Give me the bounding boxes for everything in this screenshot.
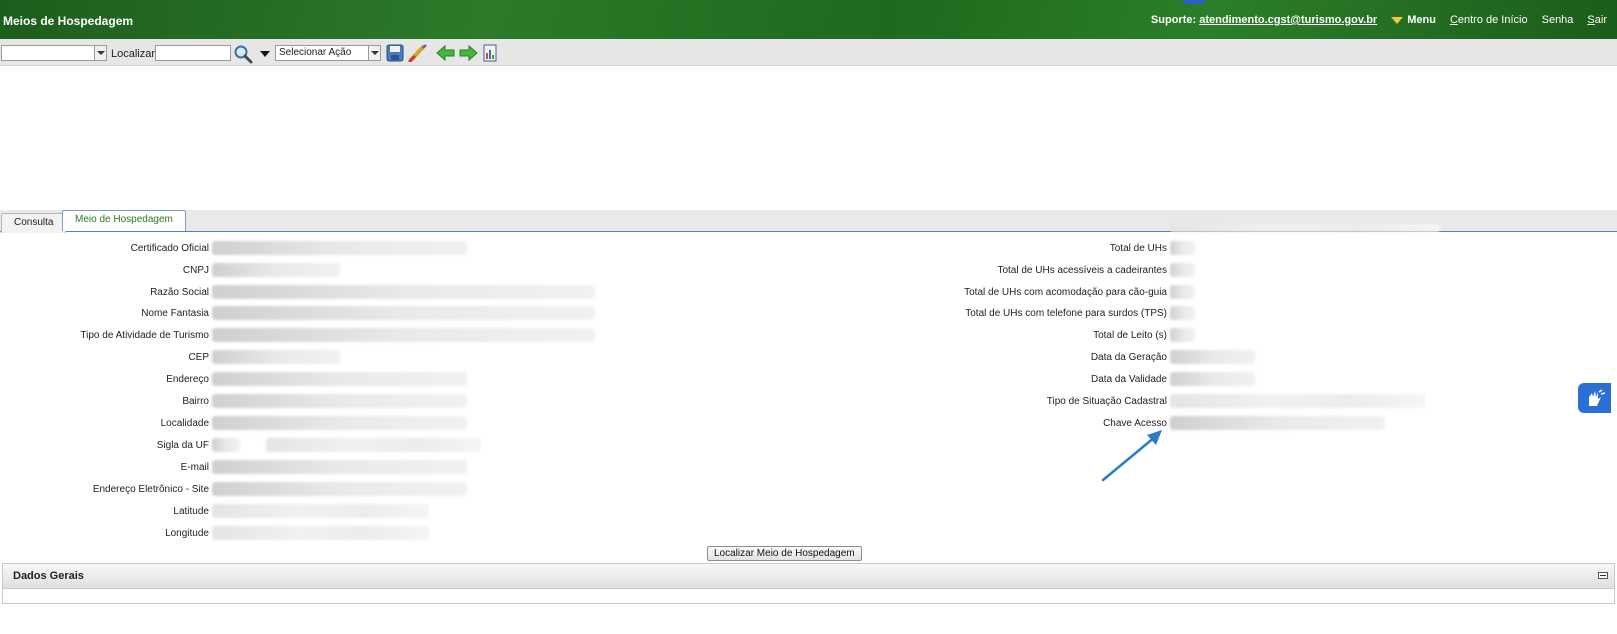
menu-label: Menu [1407, 14, 1436, 26]
dados-gerais-panel: Dados Gerais [2, 563, 1615, 604]
dados-gerais-header[interactable]: Dados Gerais [3, 564, 1614, 589]
value-data-geracao [1170, 350, 1255, 364]
value-top-strip [1170, 224, 1440, 232]
label-nome-fantasia: Nome Fantasia [141, 308, 209, 319]
value-situacao-cadastral [1170, 394, 1425, 408]
chevron-down-icon [368, 46, 380, 60]
exit-accesskey: S [1587, 14, 1595, 26]
header-links: Suporte: atendimento.cgst@turismo.gov.br… [1151, 14, 1607, 26]
top-header-bar: Meios de Hospedagem Suporte: atendimento… [0, 0, 1617, 39]
value-total-leitos [1170, 328, 1195, 342]
label-situacao-cadastral: Tipo de Situação Cadastral [1046, 396, 1167, 407]
save-icon[interactable] [386, 44, 404, 62]
label-email: E-mail [180, 462, 209, 473]
label-cep: CEP [188, 352, 209, 363]
label-sigla-uf: Sigla da UF [156, 440, 209, 451]
label-cnpj: CNPJ [182, 265, 209, 276]
value-certificado-oficial [212, 241, 467, 255]
arrow-right-icon[interactable] [458, 44, 478, 62]
locate-input[interactable] [155, 45, 231, 61]
support-email-link[interactable]: atendimento.cgst@turismo.gov.br [1199, 14, 1377, 26]
value-endereco [212, 372, 467, 386]
exit-label: air [1594, 14, 1607, 26]
page-title: Meios de Hospedagem [3, 14, 134, 28]
accessibility-hands-icon[interactable] [1578, 383, 1611, 413]
value-email [212, 460, 467, 474]
label-longitude: Longitude [165, 528, 209, 539]
value-total-uhs [1170, 241, 1195, 255]
value-cep [212, 350, 340, 364]
value-nome-fantasia [212, 306, 595, 320]
search-icon[interactable] [233, 44, 253, 64]
exit-link[interactable]: Sair [1587, 14, 1607, 26]
filter-select[interactable] [1, 45, 107, 61]
start-center-accesskey: C [1449, 14, 1458, 26]
value-uhs-tps [1170, 306, 1195, 320]
value-uf-name [266, 438, 481, 452]
value-razao-social [212, 285, 595, 299]
value-uhs-cadeirantes [1170, 263, 1195, 277]
options-dropdown-icon[interactable] [260, 51, 270, 57]
label-uhs-tps: Total de UHs com telefone para surdos (T… [965, 308, 1167, 319]
value-cnpj [212, 263, 340, 277]
value-latitude [212, 504, 429, 518]
start-center-label: entro de Início [1457, 14, 1528, 26]
menu-arrow-icon [1391, 16, 1404, 24]
eraser-clean-icon[interactable] [408, 44, 428, 62]
value-site [212, 482, 467, 496]
label-bairro: Bairro [182, 396, 209, 407]
label-total-uhs: Total de UHs [1109, 243, 1167, 254]
value-data-validade [1170, 372, 1255, 386]
label-site: Endereço Eletrônico - Site [92, 484, 209, 495]
tab-consulta[interactable]: Consulta [1, 213, 67, 233]
value-sigla-uf [212, 438, 240, 452]
annotation-arrow-icon [1101, 430, 1162, 482]
locate-lodging-button[interactable]: Localizar Meio de Hospedagem [707, 546, 862, 561]
value-localidade [212, 416, 467, 430]
support-info: Suporte: atendimento.cgst@turismo.gov.br [1151, 14, 1377, 26]
collapse-icon[interactable] [1598, 572, 1608, 579]
support-label: Suporte: [1150, 14, 1197, 26]
menu-button[interactable]: Menu [1391, 14, 1436, 26]
locate-label: Localizar: [111, 48, 159, 60]
password-link[interactable]: Senha [1542, 14, 1574, 26]
arrow-left-icon[interactable] [436, 44, 456, 62]
label-data-geracao: Data da Geração [1090, 352, 1167, 363]
value-tipo-atividade [212, 328, 595, 342]
value-bairro [212, 394, 467, 408]
value-uhs-cao-guia [1170, 285, 1195, 299]
label-certificado-oficial: Certificado Oficial [130, 243, 209, 254]
tab-meio-de-hospedagem[interactable]: Meio de Hospedagem [62, 210, 186, 231]
label-total-leitos: Total de Leito (s) [1093, 330, 1167, 341]
action-select-value: Selecionar Ação [279, 47, 352, 58]
label-localidade: Localidade [160, 418, 209, 429]
dados-gerais-title: Dados Gerais [13, 570, 84, 582]
report-icon[interactable] [483, 44, 497, 62]
label-data-validade: Data da Validade [1091, 374, 1167, 385]
chevron-down-icon [94, 46, 106, 60]
value-chave-acesso [1170, 416, 1385, 430]
label-tipo-atividade: Tipo de Atividade de Turismo [80, 330, 209, 341]
label-latitude: Latitude [173, 506, 209, 517]
label-razao-social: Razão Social [150, 287, 209, 298]
label-endereco: Endereço [166, 374, 209, 385]
label-uhs-cadeirantes: Total de UHs acessíveis a cadeirantes [997, 265, 1167, 276]
start-center-link[interactable]: Centro de Início [1450, 14, 1528, 26]
top-notch-indicator [1183, 0, 1205, 4]
value-longitude [212, 526, 429, 540]
label-uhs-cao-guia: Total de UHs com acomodação para cão-gui… [964, 287, 1167, 298]
action-select[interactable]: Selecionar Ação [275, 45, 381, 61]
